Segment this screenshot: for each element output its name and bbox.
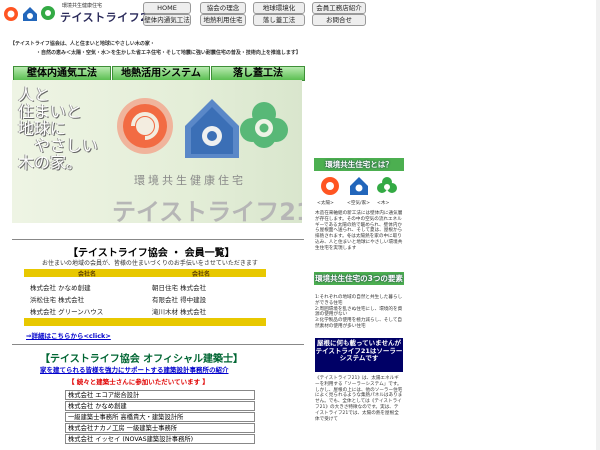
hero-eco-symbols-icon xyxy=(117,98,288,158)
hero-line-1: 人と xyxy=(18,85,51,104)
members-footer-bar xyxy=(24,318,266,326)
member-row-2-col2[interactable]: 有限会社 得中建設 xyxy=(152,294,206,304)
hero-banner: 人と 住まいと 地球に やさしい 木の家。 環境共生健康住宅 テイストライフ21 xyxy=(12,80,302,223)
hero-line-3: 地球に xyxy=(18,119,67,138)
sidebar-text-solar: 《テイストライフ21》は、太陽エネルギーを利用する「ソーラーシステム」です。しか… xyxy=(315,376,403,422)
sidebar-icon-label-sun: <太陽> xyxy=(317,201,334,206)
tab-wall-ventilation[interactable]: 壁体内通気工法 xyxy=(13,66,111,81)
architect-row[interactable]: 株式会社 イッセイ (NOVAS建築設計事務所) xyxy=(65,434,255,444)
intro-line-1: 【テイストライフ協会は、人と住まいと地球にやさしい木の家・ xyxy=(10,41,155,47)
architects-subtitle-link[interactable]: 家を建てられる皆様を強力にサポートする建築設計事務所の紹介 xyxy=(40,364,229,374)
sidebar-solar-box[interactable]: 屋根に何も載っていませんがテイストライフ21はソーラーシステムです xyxy=(315,338,403,372)
architects-recruit-note: 【 続々と建築士さんに参加いただいています 】 xyxy=(68,378,209,386)
hero-line-2: 住まいと xyxy=(18,102,83,121)
nav-home[interactable]: HOME xyxy=(143,2,191,14)
right-sidebar: 環境共生住宅とは？ <太陽> <空気/家> <木> 木造在来軸組の新工法には壁体… xyxy=(312,156,406,450)
member-row-3-col1[interactable]: 株式会社 グリーンハウス xyxy=(30,306,103,316)
sidebar-heading-eco-house: 環境共生住宅とは？ xyxy=(314,158,404,171)
architect-row[interactable]: 一級建築士事務所 高橋貴大・建築設計所 xyxy=(65,412,255,422)
members-note: お住まいの地域の会員が、皆様の住まいづくりのお手伝いをさせていただきます xyxy=(42,260,258,267)
architect-row[interactable]: 株式会社ナカノ工房 一級建築士事務所 xyxy=(65,423,255,433)
logo-subtitle: 環境共生健康住宅 xyxy=(62,3,103,9)
nav-contact[interactable]: お問合せ xyxy=(312,14,366,26)
sidebar-text-elements: 1:それぞれの地域の自然と共生した暮らしができる住宅 2:周囲環境を乱さぬ住宅に… xyxy=(315,295,403,329)
members-title: 【テイストライフ協会 ・ 会員一覧】 xyxy=(68,248,235,259)
eco-elements-icon xyxy=(321,177,397,195)
nav-philosophy[interactable]: 協会の理念 xyxy=(200,2,246,14)
member-row-3-col2[interactable]: 滝川木材 株式会社 xyxy=(152,306,206,316)
architect-row[interactable]: 株式会社 エコア総合設計 xyxy=(65,390,255,400)
nav-members[interactable]: 会員工務店紹介 xyxy=(312,2,366,14)
sidebar-heading-three-elements: 環境共生住宅の3つの要素 xyxy=(314,272,404,285)
divider xyxy=(12,344,304,345)
nav-wall-ventilation[interactable]: 壁体内通気工法 xyxy=(143,14,191,26)
nav-lid-method[interactable]: 落し蓋工法 xyxy=(253,14,305,26)
logo-mark-icon xyxy=(4,6,55,21)
members-detail-link[interactable]: ⇒詳細はこちらから<click> xyxy=(26,330,111,340)
member-row-1-col1[interactable]: 株式会社 かなめ創建 xyxy=(30,282,91,292)
sidebar-icon-label-air: <空気/家> xyxy=(347,201,371,206)
hero-line-4: やさしい xyxy=(34,136,99,155)
page-scrollbar[interactable] xyxy=(596,0,600,450)
nav-environment[interactable]: 地球環境化 xyxy=(253,2,305,14)
hero-line-5: 木の家。 xyxy=(18,153,83,172)
divider xyxy=(12,239,304,240)
logo-title: テイストライフ21 xyxy=(60,11,157,24)
members-header-col2: 会社名 xyxy=(192,271,211,278)
members-header-bar xyxy=(24,269,266,277)
member-row-1-col2[interactable]: 朝日住宅 株式会社 xyxy=(152,282,206,292)
nav-geothermal[interactable]: 地熱利用住宅 xyxy=(200,14,246,26)
sidebar-icon-label-wood: <木> xyxy=(377,201,390,206)
intro-line-2: ・自然の恵み＜太陽・空気・水＞を生かした省エネ住宅・そして地震に強い耐震住宅の普… xyxy=(36,50,301,56)
sidebar-text-eco: 木造在来軸組の新工法には壁体内に通気層が存在します。その中の空気の流れエネルギー… xyxy=(315,211,403,251)
tab-geothermal-system[interactable]: 地熱活用システム xyxy=(112,66,210,81)
member-row-2-col1[interactable]: 浜松住宅 株式会社 xyxy=(30,294,84,304)
tab-lid-method[interactable]: 落し蓋工法 xyxy=(211,66,305,81)
architects-title: 【テイストライフ協会 オフィシャル建築士】 xyxy=(40,354,243,365)
hero-brand: テイストライフ21 xyxy=(112,198,302,223)
hero-subtitle: 環境共生健康住宅 xyxy=(134,174,246,187)
members-header-col1: 会社名 xyxy=(78,271,97,278)
architect-row[interactable]: 株式会社 かなめ創建 xyxy=(65,401,255,411)
